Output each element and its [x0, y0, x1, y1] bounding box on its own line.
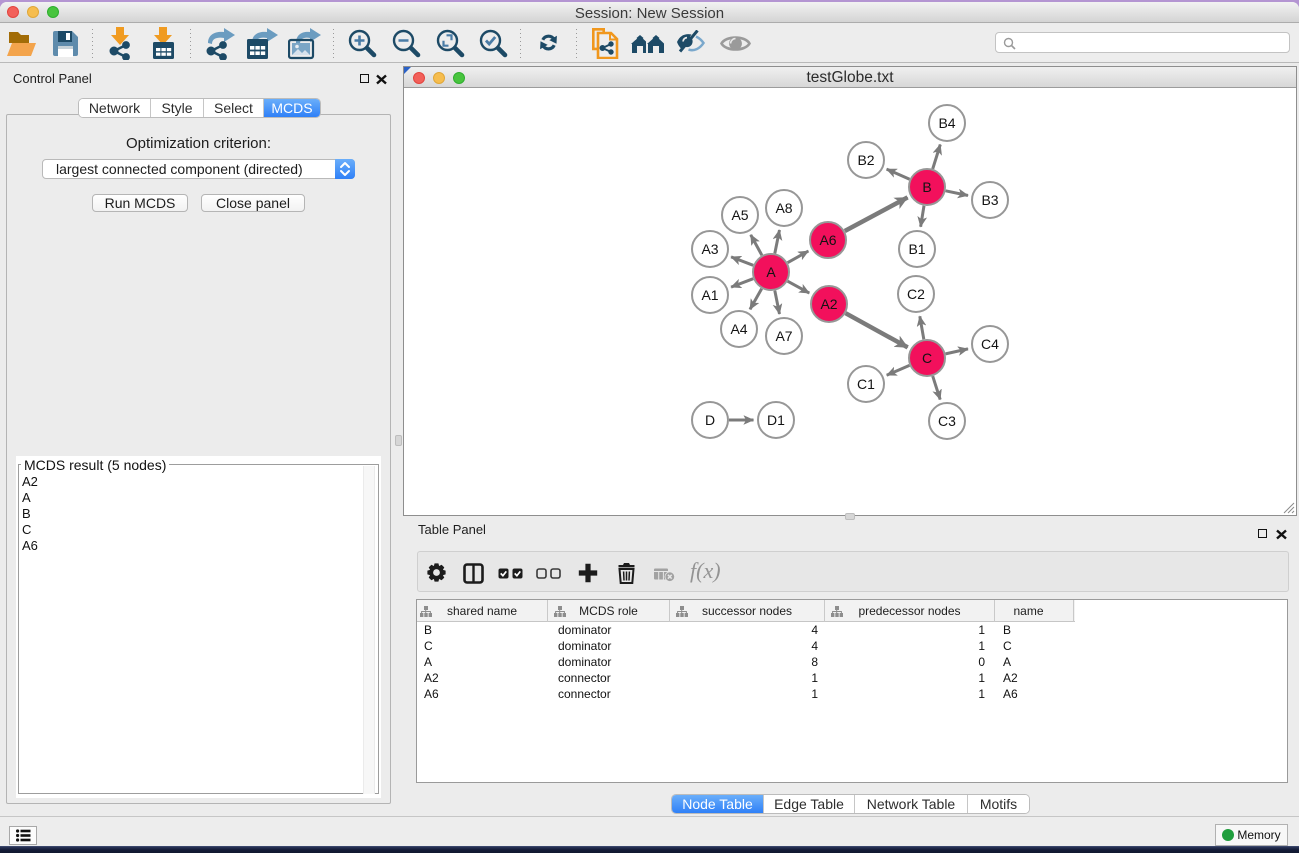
svg-text:B1: B1 — [908, 241, 925, 257]
svg-text:A6: A6 — [819, 232, 836, 248]
svg-text:C3: C3 — [938, 413, 956, 429]
svg-text:B4: B4 — [938, 115, 955, 131]
svg-text:A8: A8 — [775, 200, 792, 216]
svg-text:A2: A2 — [820, 296, 837, 312]
svg-text:C: C — [922, 350, 932, 366]
svg-text:A5: A5 — [731, 207, 748, 223]
svg-text:B: B — [922, 179, 931, 195]
svg-text:C1: C1 — [857, 376, 875, 392]
svg-text:C2: C2 — [907, 286, 925, 302]
svg-text:C4: C4 — [981, 336, 999, 352]
svg-text:D1: D1 — [767, 412, 785, 428]
svg-text:A7: A7 — [775, 328, 792, 344]
svg-text:B3: B3 — [981, 192, 998, 208]
svg-text:B2: B2 — [857, 152, 874, 168]
svg-text:A1: A1 — [701, 287, 718, 303]
svg-text:A3: A3 — [701, 241, 718, 257]
svg-text:A4: A4 — [730, 321, 747, 337]
svg-text:A: A — [766, 264, 776, 280]
svg-text:D: D — [705, 412, 715, 428]
